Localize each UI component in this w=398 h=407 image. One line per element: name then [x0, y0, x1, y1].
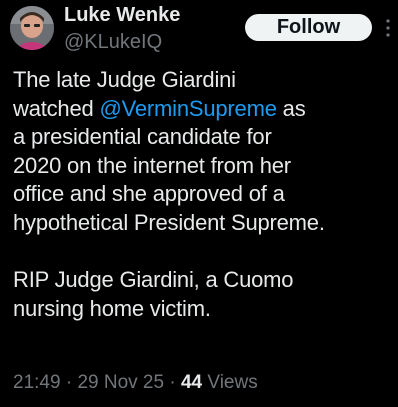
mention-link[interactable]: @VerminSupreme — [99, 96, 276, 121]
tweet-metadata: 21:49 · 29 Nov 25 · 44 Views — [13, 372, 258, 394]
tweet-text-segment: as — [276, 95, 306, 121]
follow-button[interactable]: Follow — [245, 14, 372, 41]
tweet-line: 2020 on the internet from her — [13, 152, 291, 178]
tweet-text-segment: watched — [13, 95, 100, 121]
tweet-date[interactable]: 29 Nov 25 — [77, 372, 164, 393]
author-display-name[interactable]: Luke Wenke — [64, 4, 180, 27]
tweet-line: nursing home victim. — [13, 295, 211, 321]
author-handle[interactable]: @KLukeIQ — [64, 31, 162, 54]
tweet-line: a presidential candidate for — [13, 124, 272, 150]
tweet-line: watched @VerminSupreme as — [13, 95, 398, 124]
meta-separator: · — [169, 372, 176, 393]
avatar[interactable] — [10, 6, 54, 50]
views-label: Views — [207, 372, 258, 393]
avatar-image — [10, 6, 54, 50]
tweet-line: RIP Judge Giardini, a Cuomo — [13, 267, 294, 293]
meta-separator: · — [65, 372, 73, 393]
tweet-line: The late Judge Giardini — [13, 67, 236, 92]
tweet-text: The late Judge Giardini watched @VerminS… — [13, 66, 398, 323]
more-vertical-icon[interactable] — [385, 18, 391, 38]
tweet-line: hypothetical President Supreme. — [13, 209, 325, 235]
views-count: 44 — [180, 372, 203, 393]
tweet-time[interactable]: 21:49 — [13, 372, 61, 393]
tweet-line: office and she approved of a — [13, 181, 285, 207]
